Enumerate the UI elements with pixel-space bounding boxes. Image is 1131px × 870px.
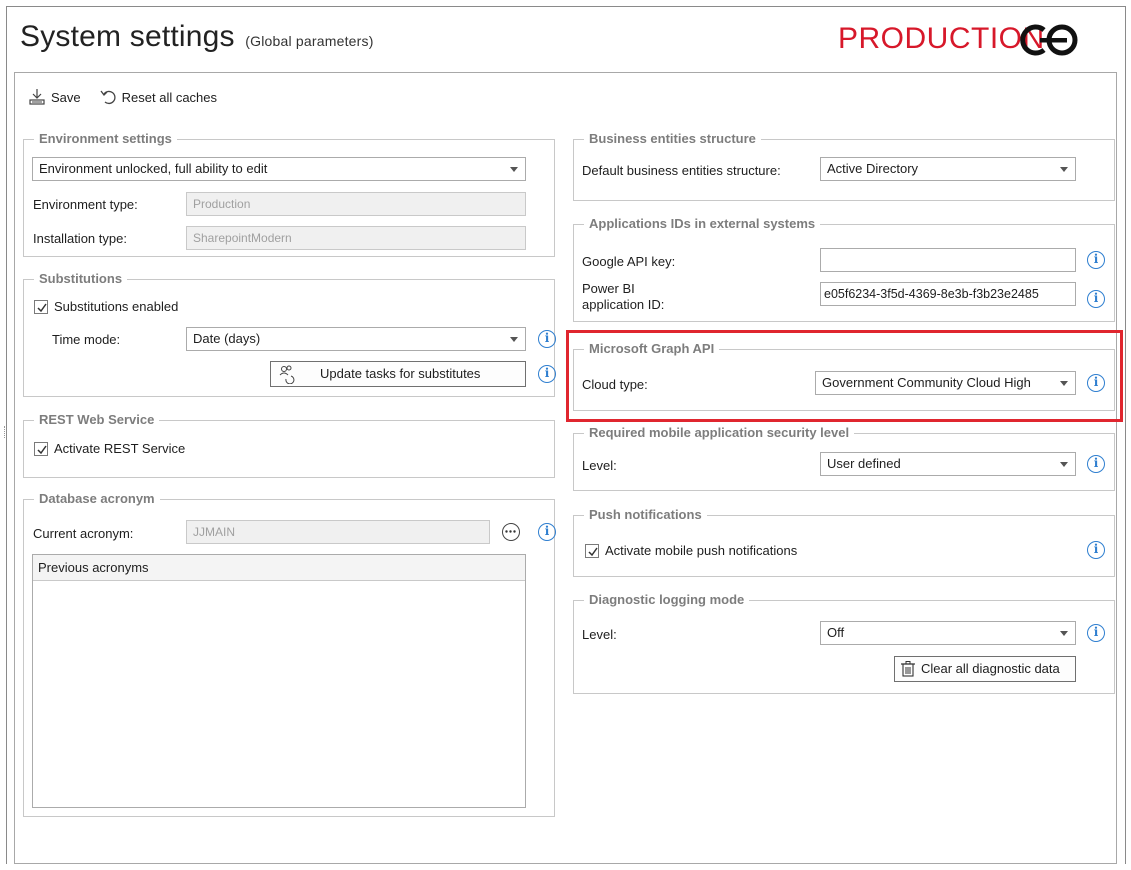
window-frame-right (1125, 6, 1126, 864)
group-title: Microsoft Graph API (584, 341, 720, 356)
reset-caches-button[interactable]: Reset all caches (99, 88, 217, 106)
page-subtitle: (Global parameters) (245, 33, 374, 49)
more-options-icon[interactable] (502, 523, 520, 541)
previous-acronyms-header: Previous acronyms (33, 555, 525, 581)
group-title: Push notifications (584, 507, 707, 522)
window-frame-left (6, 6, 7, 864)
google-api-key-label: Google API key: (582, 254, 676, 269)
users-refresh-icon (279, 365, 295, 384)
chevron-down-icon (1060, 631, 1068, 636)
window-frame-top (6, 6, 1126, 7)
powerbi-label-line2: application ID: (582, 297, 665, 312)
group-title: Business entities structure (584, 131, 761, 146)
current-acronym-label: Current acronym: (33, 526, 134, 541)
save-label: Save (51, 89, 81, 105)
cloud-type-label: Cloud type: (582, 377, 648, 392)
update-substitutes-button[interactable]: Update tasks for substitutes (270, 361, 526, 387)
group-title: Environment settings (34, 131, 177, 146)
info-icon[interactable]: i (1087, 374, 1105, 392)
group-title: Database acronym (34, 491, 160, 506)
installation-type-field: SharepointModern (186, 226, 526, 250)
chevron-down-icon (1060, 462, 1068, 467)
default-structure-label: Default business entities structure: (582, 163, 781, 178)
activate-push-checkbox[interactable] (585, 544, 599, 558)
current-acronym-field: JJMAIN (186, 520, 490, 544)
chevron-down-icon (510, 167, 518, 172)
environment-badge: PRODUCTION (838, 22, 1045, 55)
clear-diagnostic-label: Clear all diagnostic data (921, 661, 1060, 676)
powerbi-label-line1: Power BI (582, 281, 635, 296)
environment-mode-value: Environment unlocked, full ability to ed… (39, 161, 268, 176)
group-title: REST Web Service (34, 412, 160, 427)
time-mode-select[interactable]: Date (days) (186, 327, 526, 351)
info-icon[interactable]: i (538, 365, 556, 383)
save-button[interactable]: Save (28, 88, 81, 106)
mobile-security-level-select[interactable]: User defined (820, 452, 1076, 476)
cloud-type-value: Government Community Cloud High (822, 375, 1031, 390)
group-title: Required mobile application security lev… (584, 425, 855, 440)
diagnostic-level-label: Level: (582, 627, 617, 642)
mobile-security-level-label: Level: (582, 458, 617, 473)
toolbar: Save Reset all caches (28, 88, 217, 106)
clear-diagnostic-button[interactable]: Clear all diagnostic data (894, 656, 1076, 682)
activate-push-label: Activate mobile push notifications (605, 543, 798, 558)
company-logo-icon (1020, 24, 1078, 56)
chevron-down-icon (1060, 167, 1068, 172)
powerbi-app-id-input[interactable]: e05f6234-3f5d-4369-8e3b-f3b23e2485 (820, 282, 1076, 306)
substitutions-enabled-checkbox[interactable] (34, 300, 48, 314)
default-structure-select[interactable]: Active Directory (820, 157, 1076, 181)
diagnostic-level-select[interactable]: Off (820, 621, 1076, 645)
info-icon[interactable]: i (538, 523, 556, 541)
trash-icon (901, 661, 915, 677)
update-substitutes-label: Update tasks for substitutes (320, 366, 481, 381)
installation-type-label: Installation type: (33, 231, 127, 246)
previous-acronyms-list[interactable]: Previous acronyms (32, 554, 526, 808)
diagnostic-level-value: Off (827, 625, 845, 640)
cloud-type-select[interactable]: Government Community Cloud High (815, 371, 1076, 395)
checkmark-icon (37, 303, 47, 313)
info-icon[interactable]: i (1087, 455, 1105, 473)
page-title: System settings (Global parameters) (20, 20, 374, 54)
chevron-down-icon (1060, 381, 1068, 386)
info-icon[interactable]: i (1087, 624, 1105, 642)
page-title-text: System settings (20, 20, 235, 53)
google-api-key-input[interactable] (820, 248, 1076, 272)
activate-rest-label: Activate REST Service (54, 441, 186, 456)
undo-icon (100, 90, 116, 105)
reset-label: Reset all caches (121, 89, 218, 105)
mobile-security-level-value: User defined (827, 456, 901, 471)
resize-grip[interactable] (4, 426, 5, 438)
environment-type-label: Environment type: (33, 197, 138, 212)
group-title: Substitutions (34, 271, 128, 286)
environment-type-field: Production (186, 192, 526, 216)
environment-mode-select[interactable]: Environment unlocked, full ability to ed… (32, 157, 526, 181)
info-icon[interactable]: i (1087, 290, 1105, 308)
default-structure-value: Active Directory (827, 161, 919, 176)
info-icon[interactable]: i (538, 330, 556, 348)
save-icon (29, 89, 45, 105)
time-mode-value: Date (days) (193, 331, 261, 346)
time-mode-label: Time mode: (52, 332, 121, 347)
group-title: Applications IDs in external systems (584, 216, 821, 231)
chevron-down-icon (510, 337, 518, 342)
info-icon[interactable]: i (1087, 541, 1105, 559)
checkmark-icon (37, 445, 47, 455)
checkmark-icon (588, 547, 598, 557)
info-icon[interactable]: i (1087, 251, 1105, 269)
substitutions-enabled-label: Substitutions enabled (54, 299, 179, 314)
activate-rest-checkbox[interactable] (34, 442, 48, 456)
group-title: Diagnostic logging mode (584, 592, 750, 607)
